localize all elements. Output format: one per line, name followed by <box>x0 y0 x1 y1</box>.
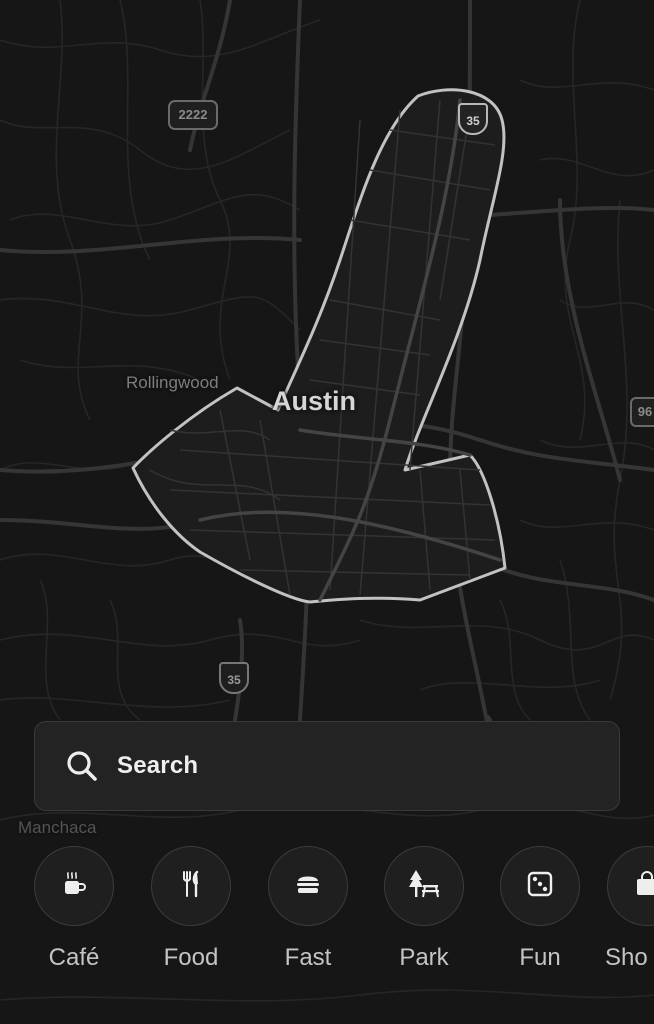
fork-knife-icon <box>178 870 204 903</box>
category-cafe-button[interactable] <box>34 846 114 926</box>
category-row: Café Food Fast Park Fun Sho <box>0 846 654 986</box>
category-food-button[interactable] <box>151 846 231 926</box>
category-fun-label: Fun <box>519 944 561 971</box>
interstate-shield-south: 35 <box>219 662 249 694</box>
category-fast-button[interactable] <box>268 846 348 926</box>
search-placeholder: Search <box>117 752 199 779</box>
tree-bench-icon <box>408 869 440 904</box>
side-highway-shield: 96 <box>630 397 654 427</box>
category-fast[interactable]: Fast <box>258 846 358 972</box>
state-highway-shield: 2222 <box>168 100 218 130</box>
category-cafe-label: Café <box>48 944 100 971</box>
search-bar[interactable]: Search <box>34 721 620 811</box>
map-app: Rollingwood Manchaca Austin 2222 35 35 9… <box>0 0 654 1024</box>
category-fun[interactable]: Fun <box>490 846 590 972</box>
category-park-label: Park <box>399 944 449 971</box>
category-food-label: Food <box>163 944 219 971</box>
dice-icon <box>527 871 553 902</box>
coffee-cup-icon <box>61 871 87 902</box>
city-label: Austin <box>272 386 356 416</box>
category-park[interactable]: Park <box>374 846 474 972</box>
shopping-bag-icon <box>635 870 654 902</box>
interstate-shield-north: 35 <box>458 103 488 135</box>
category-park-button[interactable] <box>384 846 464 926</box>
category-cafe[interactable]: Café <box>24 846 124 972</box>
category-fun-button[interactable] <box>500 846 580 926</box>
rollingwood-label: Rollingwood <box>126 373 219 392</box>
category-fast-label: Fast <box>284 944 332 971</box>
category-food[interactable]: Food <box>141 846 241 972</box>
manchaca-label: Manchaca <box>18 818 97 837</box>
category-shop[interactable]: Sho <box>596 846 654 972</box>
search-icon <box>65 749 99 783</box>
burger-icon <box>295 872 321 901</box>
category-shop-button[interactable] <box>607 846 654 926</box>
category-shop-label: Sho <box>605 944 648 971</box>
